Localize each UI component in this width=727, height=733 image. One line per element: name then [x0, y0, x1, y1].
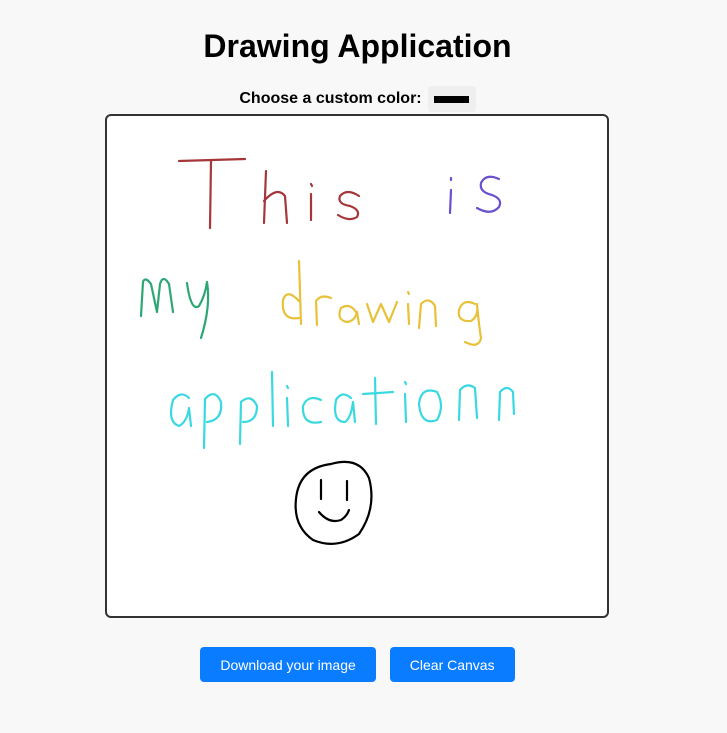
color-picker-label: Choose a custom color: [239, 90, 422, 107]
stroke-my [139, 277, 210, 340]
stroke-is [448, 175, 502, 215]
action-buttons: Download your image Clear Canvas [0, 647, 715, 682]
stroke-application [169, 370, 516, 450]
color-picker-input[interactable] [427, 86, 476, 112]
drawing-app-page: Drawing Application Choose a custom colo… [0, 0, 727, 733]
color-picker-row: Choose a custom color: [0, 86, 715, 112]
page-title: Drawing Application [203, 28, 512, 64]
drawing-surface [139, 157, 516, 545]
clear-canvas-button[interactable]: Clear Canvas [389, 647, 515, 682]
download-image-button[interactable]: Download your image [200, 647, 376, 682]
stroke-this [177, 157, 361, 230]
stroke-drawing [281, 259, 483, 346]
drawing-canvas[interactable] [105, 114, 609, 618]
color-swatch [434, 95, 470, 103]
stroke-smiley-face [294, 460, 373, 545]
